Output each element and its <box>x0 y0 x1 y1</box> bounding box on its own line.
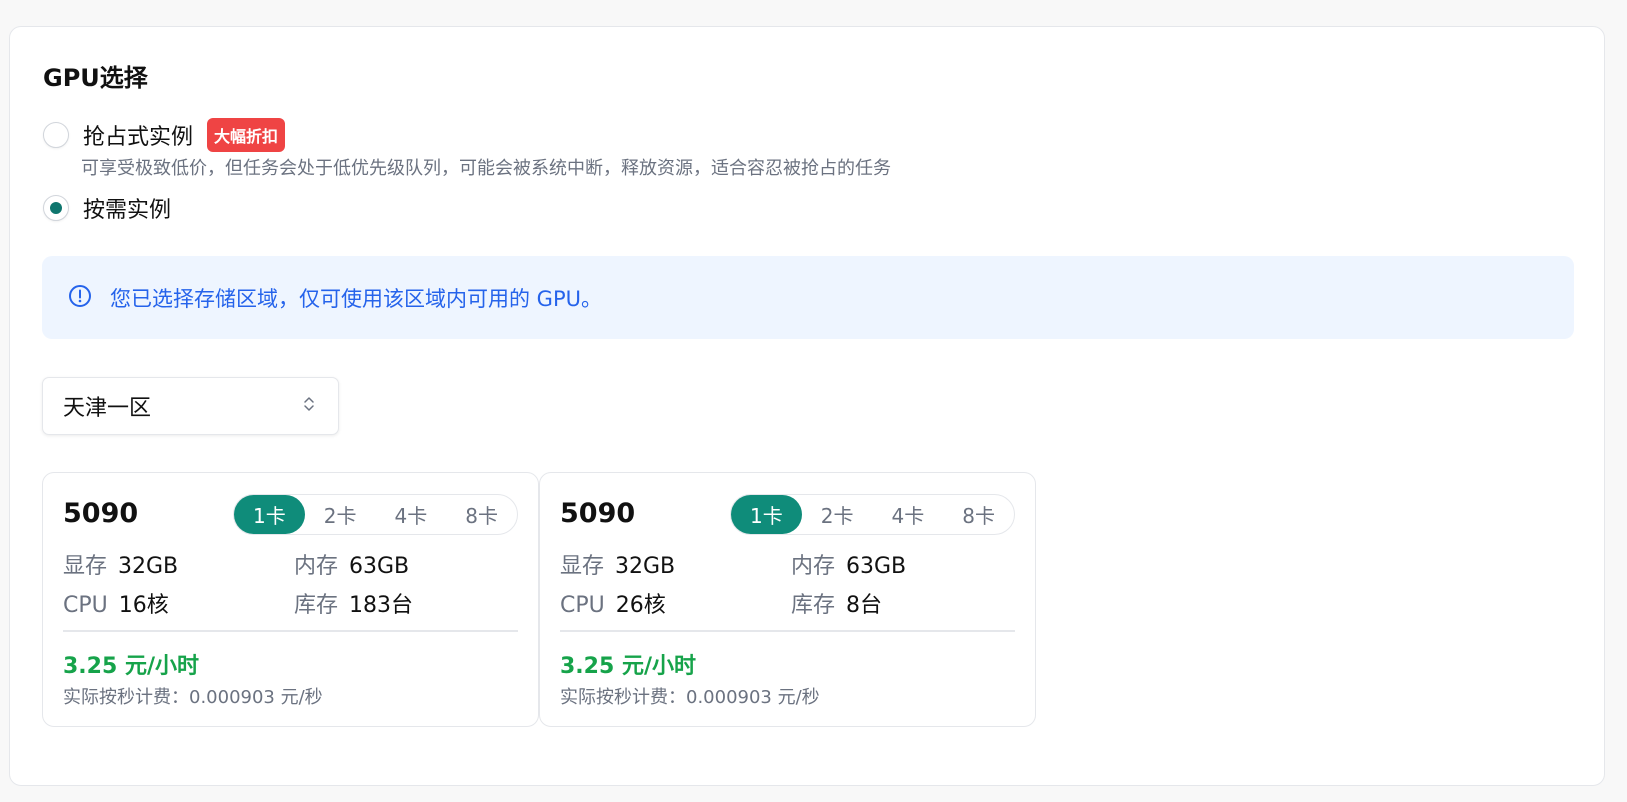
memory-value: 63GB <box>349 554 410 579</box>
discount-badge: 大幅折扣 <box>207 118 286 152</box>
gpu-card[interactable]: 5090 1卡 2卡 4卡 8卡 显存 32GB 内存 63GB CPU 26核 库存… <box>539 472 1036 727</box>
card-count-selector: 1卡 2卡 4卡 8卡 <box>233 494 518 535</box>
hourly-price: 3.25 元/小时 <box>560 654 696 679</box>
cpu-value: 26核 <box>615 593 666 618</box>
on-demand-instance-radio[interactable] <box>43 195 69 221</box>
chevron-up-down-icon <box>302 394 316 418</box>
vram-label: 显存 <box>560 554 605 579</box>
gpu-selection-panel: GPU选择 抢占式实例 大幅折扣 可享受极致低价，但任务会处于低优先级队列，可能… <box>9 26 1605 786</box>
vram-value: 32GB <box>615 554 676 579</box>
region-select[interactable]: 天津一区 <box>42 377 339 435</box>
vram-spec: 显存 32GB <box>63 548 178 580</box>
spot-instance-option[interactable]: 抢占式实例 大幅折扣 <box>43 118 286 152</box>
gpu-card[interactable]: 5090 1卡 2卡 4卡 8卡 显存 32GB 内存 63GB CPU 16核 库存… <box>42 472 539 727</box>
card-option-2[interactable]: 2卡 <box>305 495 376 534</box>
card-divider <box>560 630 1015 632</box>
region-info-alert: 您已选择存储区域，仅可使用该区域内可用的 GPU。 <box>42 256 1574 339</box>
vram-label: 显存 <box>63 554 108 579</box>
hourly-price: 3.25 元/小时 <box>63 654 199 679</box>
memory-label: 内存 <box>294 554 339 579</box>
card-option-1[interactable]: 1卡 <box>234 495 305 534</box>
memory-spec: 内存 63GB <box>294 548 409 580</box>
on-demand-instance-option[interactable]: 按需实例 <box>43 192 171 224</box>
spot-instance-label: 抢占式实例 <box>83 125 194 150</box>
stock-spec: 库存 8台 <box>791 587 882 619</box>
stock-spec: 库存 183台 <box>294 587 413 619</box>
memory-label: 内存 <box>791 554 836 579</box>
card-count-selector: 1卡 2卡 4卡 8卡 <box>730 494 1015 535</box>
on-demand-instance-label: 按需实例 <box>83 198 172 223</box>
card-option-4[interactable]: 4卡 <box>376 495 447 534</box>
stock-value: 8台 <box>846 593 883 618</box>
gpu-name: 5090 <box>63 498 139 529</box>
stock-value: 183台 <box>349 593 414 618</box>
card-option-8[interactable]: 8卡 <box>943 495 1014 534</box>
vram-value: 32GB <box>118 554 179 579</box>
stock-label: 库存 <box>294 593 339 618</box>
section-title: GPU选择 <box>43 64 148 92</box>
cpu-spec: CPU 26核 <box>560 587 666 619</box>
per-second-price: 实际按秒计费：0.000903 元/秒 <box>63 687 323 708</box>
cpu-label: CPU <box>560 593 605 618</box>
cpu-spec: CPU 16核 <box>63 587 169 619</box>
alert-text: 您已选择存储区域，仅可使用该区域内可用的 GPU。 <box>110 286 602 311</box>
info-circle-icon <box>68 284 92 312</box>
card-option-1[interactable]: 1卡 <box>731 495 802 534</box>
region-select-value: 天津一区 <box>63 396 152 421</box>
radio-selected-dot <box>50 202 62 214</box>
spot-instance-description: 可享受极致低价，但任务会处于低优先级队列，可能会被系统中断，释放资源，适合容忍被… <box>81 158 891 179</box>
card-option-2[interactable]: 2卡 <box>802 495 873 534</box>
cpu-label: CPU <box>63 593 108 618</box>
spot-instance-radio[interactable] <box>43 122 69 148</box>
card-option-4[interactable]: 4卡 <box>873 495 944 534</box>
memory-spec: 内存 63GB <box>791 548 906 580</box>
per-second-price: 实际按秒计费：0.000903 元/秒 <box>560 687 820 708</box>
vram-spec: 显存 32GB <box>560 548 675 580</box>
stock-label: 库存 <box>791 593 836 618</box>
gpu-name: 5090 <box>560 498 636 529</box>
card-divider <box>63 630 518 632</box>
memory-value: 63GB <box>846 554 907 579</box>
cpu-value: 16核 <box>118 593 169 618</box>
card-option-8[interactable]: 8卡 <box>446 495 517 534</box>
